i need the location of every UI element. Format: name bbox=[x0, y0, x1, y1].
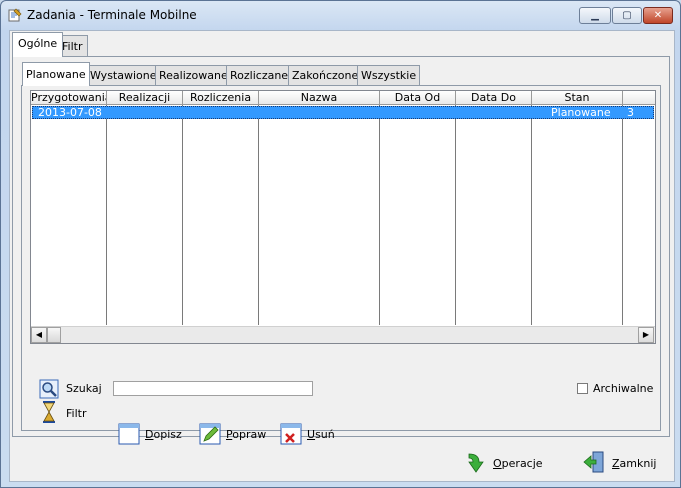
general-panel: Planowane Wystawione Realizowane Rozlicz… bbox=[12, 56, 670, 445]
window-title: Zadania - Terminale Mobilne bbox=[27, 8, 197, 22]
tab-wszystkie-label: Wszystkie bbox=[361, 69, 417, 82]
column-header-extra[interactable] bbox=[623, 91, 655, 105]
title-bar[interactable]: Zadania - Terminale Mobilne ▁ ▢ ✕ bbox=[1, 1, 680, 29]
column-header-stan[interactable]: Stan bbox=[532, 91, 623, 105]
cell-stan: Planowane bbox=[551, 106, 611, 119]
delete-button-label: Usuń bbox=[307, 428, 335, 441]
add-button-label: Dopisz bbox=[145, 428, 182, 441]
scroll-right-button[interactable]: ▶ bbox=[638, 327, 654, 343]
close-button[interactable]: Zamknij bbox=[582, 450, 662, 474]
tab-planowane[interactable]: Planowane bbox=[22, 62, 90, 86]
operations-button-label: Operacje bbox=[493, 457, 543, 470]
tab-wystawione[interactable]: Wystawione bbox=[86, 65, 161, 85]
tasks-grid[interactable]: Przygotowania Realizacji Rozliczenia Naz… bbox=[30, 90, 656, 344]
column-divider bbox=[258, 105, 259, 325]
close-button-label: Zamknij bbox=[612, 457, 657, 470]
column-divider bbox=[379, 105, 380, 325]
tab-ogolne[interactable]: Ogólne bbox=[12, 32, 64, 57]
cell-przygotowania: 2013-07-08 bbox=[38, 106, 102, 119]
tab-wystawione-label: Wystawione bbox=[90, 69, 157, 82]
tab-realizowane[interactable]: Realizowane bbox=[155, 65, 232, 85]
tab-zakonczone[interactable]: Zakończone bbox=[288, 65, 363, 85]
column-divider bbox=[455, 105, 456, 325]
planned-tasks-panel: Przygotowania Realizacji Rozliczenia Naz… bbox=[21, 85, 661, 445]
tab-zakonczone-label: Zakończone bbox=[292, 69, 359, 82]
scroll-left-button[interactable]: ◀ bbox=[31, 327, 47, 343]
client-area: Ogólne Filtr Planowane Wystawione Realiz… bbox=[9, 30, 675, 482]
delete-icon bbox=[280, 423, 302, 445]
search-input[interactable] bbox=[113, 381, 313, 396]
filter-label[interactable]: Filtr bbox=[66, 407, 86, 420]
archive-label: Archiwalne bbox=[593, 382, 654, 395]
edit-pencil-icon bbox=[199, 423, 221, 445]
column-header-data-od[interactable]: Data Od bbox=[380, 91, 456, 105]
column-header-data-do[interactable]: Data Do bbox=[456, 91, 532, 105]
hourglass-icon[interactable] bbox=[40, 401, 58, 423]
column-divider bbox=[182, 105, 183, 325]
maximize-button[interactable]: ▢ bbox=[612, 7, 642, 24]
horizontal-scrollbar[interactable]: ◀ ▶ bbox=[31, 326, 655, 343]
close-window-button[interactable]: ✕ bbox=[643, 7, 673, 24]
tab-planowane-label: Planowane bbox=[26, 68, 86, 81]
column-header-realizacji[interactable]: Realizacji bbox=[107, 91, 183, 105]
scrollbar-thumb[interactable] bbox=[47, 327, 61, 343]
tab-rozliczane[interactable]: Rozliczane bbox=[226, 65, 293, 85]
maximize-icon: ▢ bbox=[622, 10, 632, 21]
cell-extra: 3 bbox=[627, 106, 634, 119]
search-label: Szukaj bbox=[66, 382, 102, 395]
green-arrow-icon bbox=[468, 453, 484, 473]
operations-button[interactable]: Operacje bbox=[465, 450, 555, 474]
edit-button[interactable]: Popraw bbox=[199, 423, 269, 445]
minimize-button[interactable]: ▁ bbox=[579, 7, 611, 24]
column-divider bbox=[106, 105, 107, 325]
column-divider bbox=[531, 105, 532, 325]
close-icon: ✕ bbox=[653, 10, 663, 21]
tab-filtr-label: Filtr bbox=[62, 40, 83, 53]
tab-rozliczane-label: Rozliczane bbox=[230, 69, 289, 82]
search-icon[interactable] bbox=[39, 379, 59, 399]
tab-ogolne-label: Ogólne bbox=[18, 37, 58, 50]
edit-button-label: Popraw bbox=[226, 428, 267, 441]
app-window: Zadania - Terminale Mobilne ▁ ▢ ✕ Ogólne… bbox=[0, 0, 681, 488]
exit-door-icon bbox=[583, 451, 604, 473]
new-document-icon bbox=[118, 423, 140, 445]
app-icon bbox=[8, 8, 22, 22]
minimize-icon: ▁ bbox=[591, 10, 599, 21]
tab-wszystkie[interactable]: Wszystkie bbox=[357, 65, 421, 85]
tab-realizowane-label: Realizowane bbox=[159, 69, 228, 82]
add-button[interactable]: Dopisz bbox=[118, 423, 188, 445]
archive-checkbox[interactable] bbox=[577, 383, 588, 394]
column-divider bbox=[622, 105, 623, 325]
arrow-right-icon: ▶ bbox=[642, 330, 650, 339]
column-header-przygotowania[interactable]: Przygotowania bbox=[31, 91, 107, 105]
column-header-rozliczenia[interactable]: Rozliczenia bbox=[183, 91, 259, 105]
arrow-left-icon: ◀ bbox=[35, 330, 43, 339]
column-header-nazwa[interactable]: Nazwa bbox=[259, 91, 380, 105]
delete-button[interactable]: Usuń bbox=[280, 423, 350, 445]
